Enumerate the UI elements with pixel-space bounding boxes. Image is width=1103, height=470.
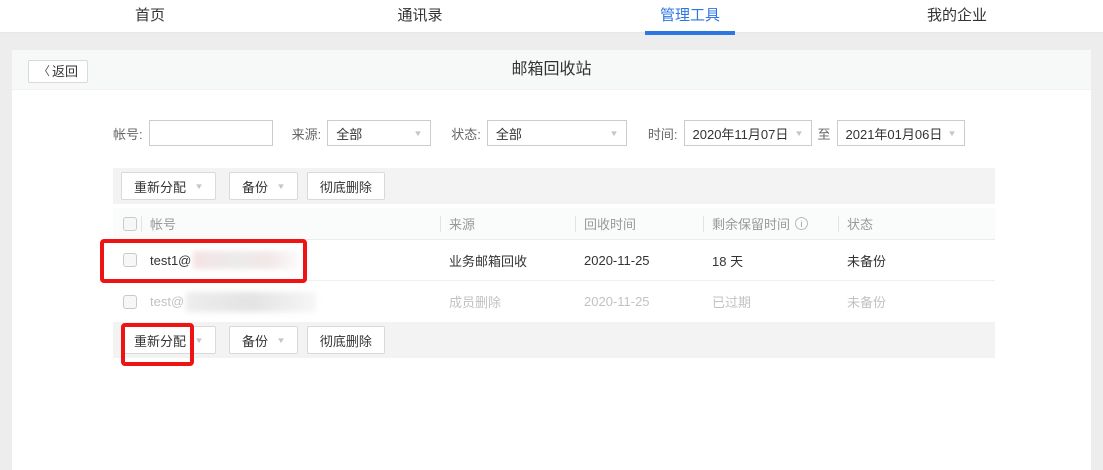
status-filter-value: 全部 <box>496 124 522 143</box>
cell-account: test1@ <box>141 251 440 269</box>
redacted-domain <box>193 251 301 269</box>
row-select-cell <box>113 295 141 309</box>
chevron-down-icon: ▼ <box>194 336 204 345</box>
cell-account: test@ <box>141 292 440 312</box>
nav-item-admin-tools[interactable]: 管理工具 <box>660 0 720 33</box>
cell-retention: 已过期 <box>703 292 838 311</box>
backup-button-label: 备份 <box>242 331 268 350</box>
page-title: 邮箱回收站 <box>12 50 1091 90</box>
purge-button[interactable]: 彻底删除 <box>307 326 385 354</box>
reassign-button[interactable]: 重新分配 ▼ <box>121 326 216 354</box>
top-nav: 首页 通讯录 管理工具 我的企业 <box>0 0 1103 33</box>
chevron-down-icon: ▼ <box>194 182 204 191</box>
cell-recycle-time: 2020-11-25 <box>575 294 703 309</box>
nav-item-my-enterprise[interactable]: 我的企业 <box>927 0 987 33</box>
chevron-down-icon: ▼ <box>609 129 619 138</box>
chevron-down-icon: ▼ <box>947 129 957 138</box>
purge-button-label: 彻底删除 <box>320 331 372 350</box>
toolbar-top: 重新分配 ▼ 备份 ▼ 彻底删除 <box>113 168 995 204</box>
back-chevron-icon: 〈 <box>38 61 50 82</box>
select-all-cell <box>113 208 141 239</box>
header-status: 状态 <box>838 208 995 239</box>
time-filter-label: 时间: <box>648 124 678 143</box>
chevron-down-icon: ▼ <box>276 336 286 345</box>
header-retention: 剩余保留时间 i <box>703 208 838 239</box>
chevron-down-icon: ▼ <box>794 129 804 138</box>
account-filter-input[interactable] <box>149 120 273 146</box>
header-source: 来源 <box>440 208 575 239</box>
row-checkbox[interactable] <box>123 295 137 309</box>
header-account: 帐号 <box>141 208 440 239</box>
active-tab-underline <box>645 31 735 35</box>
chevron-down-icon: ▼ <box>276 182 286 191</box>
reassign-button-label: 重新分配 <box>134 177 186 196</box>
cell-source: 成员删除 <box>440 292 575 311</box>
purge-button-label: 彻底删除 <box>320 177 372 196</box>
cell-recycle-time: 2020-11-25 <box>575 253 703 268</box>
nav-item-home[interactable]: 首页 <box>135 0 165 33</box>
nav-item-contacts[interactable]: 通讯录 <box>397 0 442 33</box>
table-header-row: 帐号 来源 回收时间 剩余保留时间 i 状态 <box>113 208 995 240</box>
select-all-checkbox[interactable] <box>123 217 137 231</box>
toolbar-bottom: 重新分配 ▼ 备份 ▼ 彻底删除 <box>113 322 995 358</box>
cell-status: 未备份 <box>838 251 995 270</box>
date-range-separator: 至 <box>818 124 831 143</box>
purge-button[interactable]: 彻底删除 <box>307 172 385 200</box>
status-filter-select[interactable]: 全部 ▼ <box>487 120 627 146</box>
backup-button-label: 备份 <box>242 177 268 196</box>
backup-button[interactable]: 备份 ▼ <box>229 172 298 200</box>
panel-header: 〈 返回 邮箱回收站 <box>12 50 1091 90</box>
source-filter-label: 来源: <box>292 124 322 143</box>
cell-retention: 18 天 <box>703 251 838 270</box>
status-filter-label: 状态: <box>451 124 481 143</box>
redacted-domain <box>186 292 316 312</box>
table-row: test@ 成员删除 2020-11-25 已过期 未备份 <box>113 281 995 322</box>
filter-bar: 帐号: 来源: 全部 ▼ 状态: 全部 ▼ 时间: 2020年11月07日 ▼ … <box>113 118 965 148</box>
date-from-value: 2020年11月07日 <box>693 124 789 143</box>
main-panel: 〈 返回 邮箱回收站 帐号: 来源: 全部 ▼ 状态: 全部 ▼ 时间: 202… <box>12 50 1091 470</box>
reassign-button[interactable]: 重新分配 ▼ <box>121 172 216 200</box>
back-button-label: 返回 <box>52 61 78 82</box>
chevron-down-icon: ▼ <box>414 129 424 138</box>
cell-source: 业务邮箱回收 <box>440 251 575 270</box>
header-retention-label: 剩余保留时间 <box>712 214 790 233</box>
account-text: test@ <box>150 294 184 309</box>
row-select-cell <box>113 253 141 267</box>
cell-status: 未备份 <box>838 292 995 311</box>
nav-item-admin-tools-label: 管理工具 <box>660 7 720 24</box>
account-filter-label: 帐号: <box>113 124 143 143</box>
date-to-value: 2021年01月06日 <box>846 124 943 143</box>
date-to-select[interactable]: 2021年01月06日 ▼ <box>837 120 965 146</box>
account-text: test1@ <box>150 253 191 268</box>
header-recycle-time: 回收时间 <box>575 208 703 239</box>
backup-button[interactable]: 备份 ▼ <box>229 326 298 354</box>
source-filter-value: 全部 <box>336 124 362 143</box>
info-icon[interactable]: i <box>795 217 808 230</box>
reassign-button-label: 重新分配 <box>134 331 186 350</box>
table-row: test1@ 业务邮箱回收 2020-11-25 18 天 未备份 <box>113 240 995 281</box>
source-filter-select[interactable]: 全部 ▼ <box>327 120 431 146</box>
row-checkbox[interactable] <box>123 253 137 267</box>
back-button[interactable]: 〈 返回 <box>28 60 88 83</box>
date-from-select[interactable]: 2020年11月07日 ▼ <box>684 120 812 146</box>
